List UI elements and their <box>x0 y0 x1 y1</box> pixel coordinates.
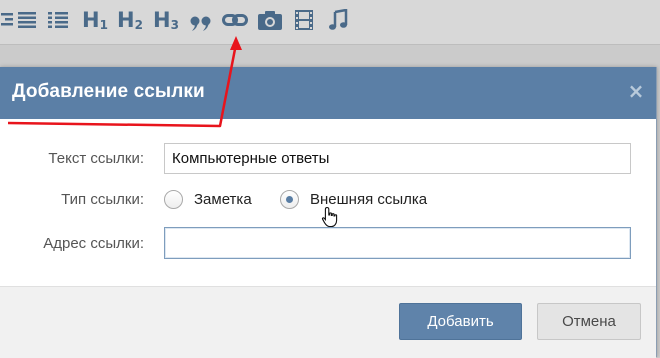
dialog-header: Добавление ссылки × <box>0 67 656 119</box>
close-icon[interactable]: × <box>626 81 646 101</box>
music-icon[interactable] <box>326 6 350 34</box>
heading-3-letter: H <box>153 7 171 32</box>
link-text-input[interactable] <box>164 143 631 174</box>
heading-1-letter: H <box>82 7 100 32</box>
heading-2-icon[interactable]: H2 <box>114 6 146 34</box>
cancel-button[interactable]: Отмена <box>537 303 641 340</box>
link-icon[interactable] <box>221 6 249 34</box>
camera-icon[interactable] <box>256 6 284 34</box>
heading-3-number: 3 <box>170 18 179 32</box>
link-type-label: Тип ссылки: <box>61 191 144 208</box>
radio-note-label[interactable]: Заметка <box>194 191 252 208</box>
link-address-label: Адрес ссылки: <box>43 235 144 252</box>
heading-1-number: 1 <box>99 18 108 32</box>
link-address-input[interactable] <box>164 227 631 259</box>
heading-2-number: 2 <box>134 18 143 32</box>
link-text-label: Текст ссылки: <box>48 150 144 167</box>
heading-3-icon[interactable]: H3 <box>150 6 182 34</box>
radio-note[interactable] <box>164 190 183 209</box>
hand-cursor-icon <box>321 206 338 228</box>
radio-external-link[interactable] <box>280 190 299 209</box>
editor-toolbar: H1 H2 H3 <box>0 0 660 45</box>
align-justify-icon[interactable] <box>16 6 38 34</box>
quote-icon[interactable] <box>188 10 214 38</box>
add-button[interactable]: Добавить <box>399 303 522 340</box>
align-right-icon[interactable] <box>0 6 14 34</box>
list-icon[interactable] <box>46 6 70 34</box>
heading-1-icon[interactable]: H1 <box>80 6 110 34</box>
heading-2-letter: H <box>117 7 135 32</box>
dialog-title: Добавление ссылки <box>12 81 205 102</box>
film-icon[interactable] <box>292 6 316 34</box>
